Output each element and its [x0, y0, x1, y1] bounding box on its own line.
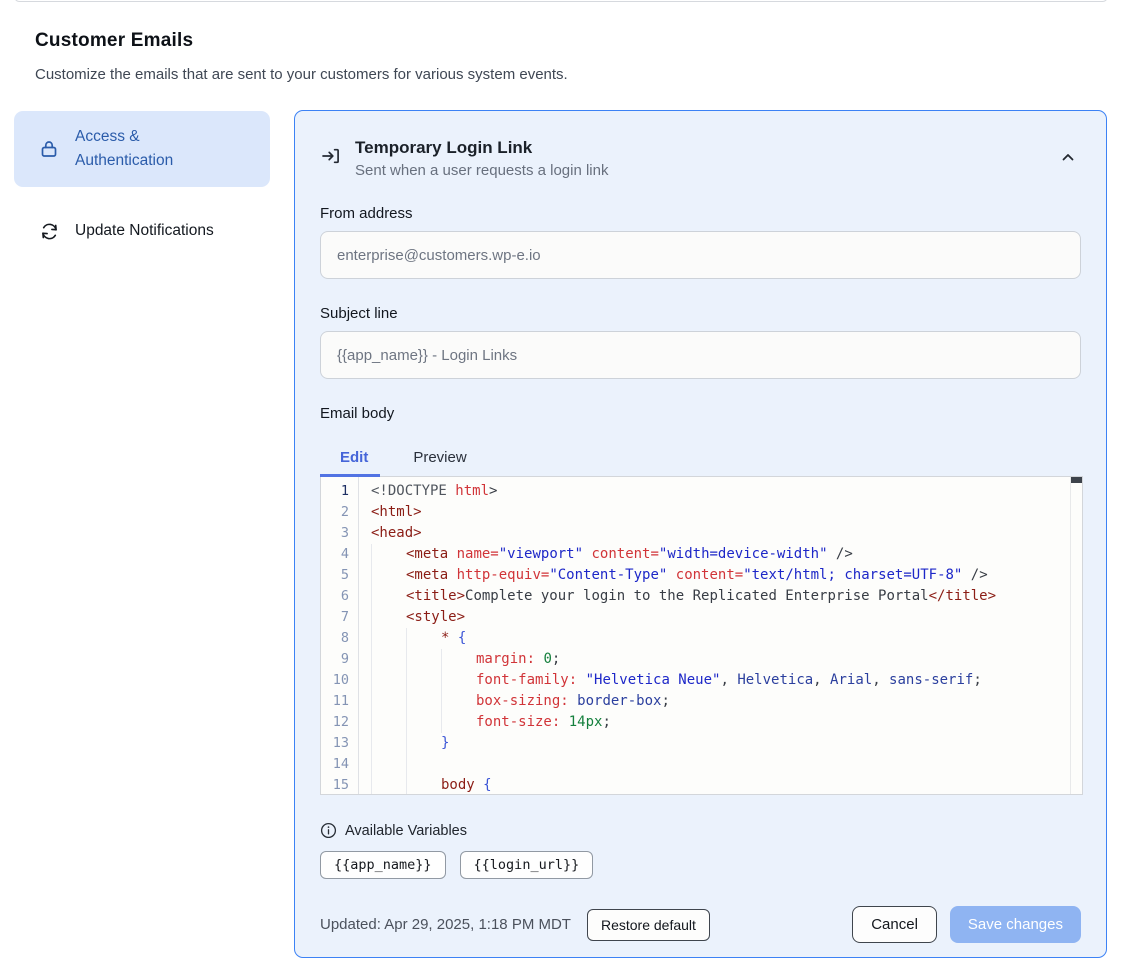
sidebar-item-label: Update Notifications	[75, 219, 214, 243]
tab-edit[interactable]: Edit	[320, 438, 388, 476]
updated-timestamp: Updated: Apr 29, 2025, 1:18 PM MDT	[320, 916, 571, 933]
variable-chip-login-url[interactable]: {{login_url}}	[460, 851, 594, 879]
line-number: 14	[321, 754, 358, 775]
cancel-button[interactable]: Cancel	[852, 906, 937, 943]
info-icon	[320, 822, 337, 839]
code-line: <!DOCTYPE html>	[371, 481, 1082, 502]
restore-default-button[interactable]: Restore default	[587, 909, 710, 941]
save-changes-button[interactable]: Save changes	[950, 906, 1081, 943]
panel-footer: Updated: Apr 29, 2025, 1:18 PM MDT Resto…	[320, 906, 1081, 943]
subject-line-label: Subject line	[320, 305, 1081, 322]
from-address-label: From address	[320, 205, 1081, 222]
collapse-button[interactable]	[1055, 144, 1081, 170]
code-editor[interactable]: 12345678910111213141516 <!DOCTYPE html><…	[320, 476, 1083, 795]
previous-section-edge	[14, 0, 1108, 2]
variable-chips: {{app_name}} {{login_url}}	[320, 851, 1081, 879]
page-subtitle: Customize the emails that are sent to yo…	[35, 66, 735, 83]
line-number: 12	[321, 712, 358, 733]
code-line: }	[371, 733, 1082, 754]
editor-scrollbar-track[interactable]	[1070, 477, 1082, 794]
editor-scrollbar-thumb[interactable]	[1071, 477, 1082, 483]
log-in-icon	[320, 145, 342, 167]
panel-header-text: Temporary Login Link Sent when a user re…	[355, 138, 1055, 179]
line-number: 3	[321, 523, 358, 544]
page-header: Customer Emails Customize the emails tha…	[35, 30, 735, 83]
subject-line-input[interactable]	[320, 331, 1081, 379]
available-variables-label: Available Variables	[345, 823, 467, 839]
line-number: 13	[321, 733, 358, 754]
editor-tabs: Edit Preview	[320, 438, 1081, 476]
lock-icon	[38, 138, 60, 160]
from-address-input[interactable]	[320, 231, 1081, 279]
line-number: 5	[321, 565, 358, 586]
chevron-up-icon	[1060, 149, 1076, 165]
line-number: 6	[321, 586, 358, 607]
active-tab-indicator	[320, 474, 380, 477]
code-line: font-size: 14px;	[371, 712, 1082, 733]
editor-code[interactable]: <!DOCTYPE html><html><head><meta name="v…	[359, 477, 1082, 794]
line-number: 1	[321, 481, 358, 502]
code-line: <meta http-equiv="Content-Type" content=…	[371, 565, 1082, 586]
line-number: 9	[321, 649, 358, 670]
panel-title: Temporary Login Link	[355, 138, 1055, 158]
code-line: box-sizing: border-box;	[371, 691, 1082, 712]
line-number: 4	[321, 544, 358, 565]
code-line: <title>Complete your login to the Replic…	[371, 586, 1082, 607]
panel-subtitle: Sent when a user requests a login link	[355, 162, 1055, 179]
sidebar-item-label: Access & Authentication	[75, 125, 195, 173]
line-number: 2	[321, 502, 358, 523]
sidebar-item-access-authentication[interactable]: Access & Authentication	[14, 111, 270, 187]
sidebar-item-update-notifications[interactable]: Update Notifications	[14, 211, 270, 251]
line-number: 8	[321, 628, 358, 649]
editor-gutter: 12345678910111213141516	[321, 477, 359, 794]
tab-preview[interactable]: Preview	[393, 438, 486, 476]
variable-chip-app-name[interactable]: {{app_name}}	[320, 851, 446, 879]
email-template-panel: Temporary Login Link Sent when a user re…	[294, 110, 1107, 958]
line-number: 7	[321, 607, 358, 628]
code-line: font-family: "Helvetica Neue", Helvetica…	[371, 670, 1082, 691]
code-line: <meta name="viewport" content="width=dev…	[371, 544, 1082, 565]
page-title: Customer Emails	[35, 30, 735, 52]
code-line	[371, 754, 1082, 775]
available-variables-header: Available Variables	[320, 822, 1081, 839]
email-body-label: Email body	[320, 405, 1081, 422]
code-line: <html>	[371, 502, 1082, 523]
line-number: 15	[321, 775, 358, 795]
panel-header: Temporary Login Link Sent when a user re…	[320, 138, 1081, 179]
code-line: * {	[371, 628, 1082, 649]
code-line: <head>	[371, 523, 1082, 544]
code-line: body {	[371, 775, 1082, 794]
code-line: <style>	[371, 607, 1082, 628]
code-line: margin: 0;	[371, 649, 1082, 670]
line-number: 10	[321, 670, 358, 691]
refresh-icon	[38, 220, 60, 242]
sidebar: Access & Authentication Update Notificat…	[14, 111, 270, 251]
line-number: 11	[321, 691, 358, 712]
